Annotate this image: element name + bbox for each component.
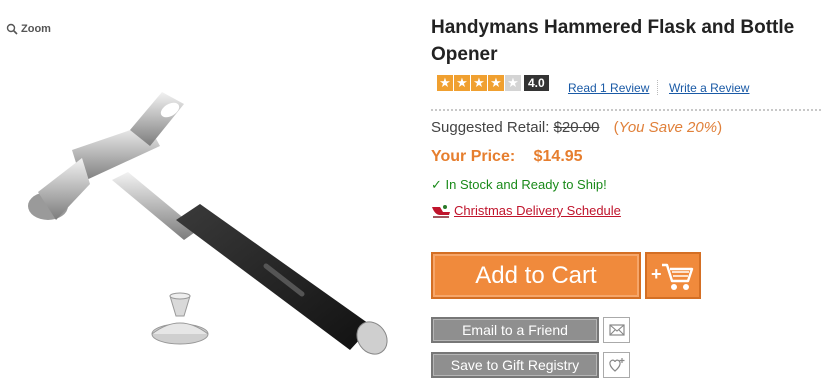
svg-text:+: +: [651, 264, 662, 284]
checkmark-icon: ✓: [431, 177, 442, 192]
dotted-divider: [431, 109, 821, 111]
christmas-delivery-link[interactable]: Christmas Delivery Schedule: [454, 203, 621, 218]
add-to-cart-icon-button[interactable]: +: [645, 252, 701, 299]
your-price-value: $14.95: [533, 148, 583, 165]
shopping-cart-plus-icon: +: [651, 263, 694, 290]
christmas-delivery: Christmas Delivery Schedule: [431, 203, 621, 218]
zoom-control[interactable]: Zoom: [6, 23, 51, 35]
email-friend-button[interactable]: Email to a Friend: [431, 317, 599, 343]
heart-plus-icon: [608, 358, 624, 372]
registry-icon-button[interactable]: [603, 352, 630, 378]
add-to-cart-button[interactable]: Add to Cart: [431, 252, 641, 299]
suggested-retail-price: $20.00: [553, 119, 600, 136]
you-save: (You Save 20%): [613, 119, 723, 136]
star-empty-icon: ★: [505, 75, 521, 91]
suggested-retail: Suggested Retail: $20.00 (You Save 20%): [431, 119, 722, 136]
star-icon: ★: [471, 75, 487, 91]
gift-registry-button[interactable]: Save to Gift Registry: [431, 352, 599, 378]
divider: [657, 80, 658, 95]
suggested-retail-label: Suggested Retail:: [431, 119, 550, 136]
product-title: Handymans Hammered Flask and Bottle Open…: [431, 17, 795, 65]
your-price: Your Price: $14.95: [431, 148, 583, 166]
rating-value: 4.0: [524, 75, 549, 91]
magnifier-icon: [6, 23, 18, 35]
rating: ★ ★ ★ ★ ★ 4.0: [437, 74, 549, 92]
star-icon: ★: [437, 75, 453, 91]
you-save-text: You Save 20%: [618, 119, 718, 136]
star-icon: ★: [488, 75, 504, 91]
stock-status: ✓ In Stock and Ready to Ship!: [431, 177, 607, 193]
email-icon-button[interactable]: [603, 317, 630, 343]
product-image[interactable]: [20, 80, 420, 380]
envelope-icon: [608, 324, 625, 336]
zoom-label: Zoom: [21, 23, 51, 35]
your-price-label: Your Price:: [431, 148, 516, 165]
star-rating: ★ ★ ★ ★ ★: [437, 75, 521, 91]
star-icon: ★: [454, 75, 470, 91]
sleigh-icon: [432, 204, 450, 218]
read-reviews-link[interactable]: Read 1 Review: [568, 81, 649, 95]
stock-status-text: In Stock and Ready to Ship!: [445, 177, 607, 192]
write-review-link[interactable]: Write a Review: [669, 81, 749, 95]
